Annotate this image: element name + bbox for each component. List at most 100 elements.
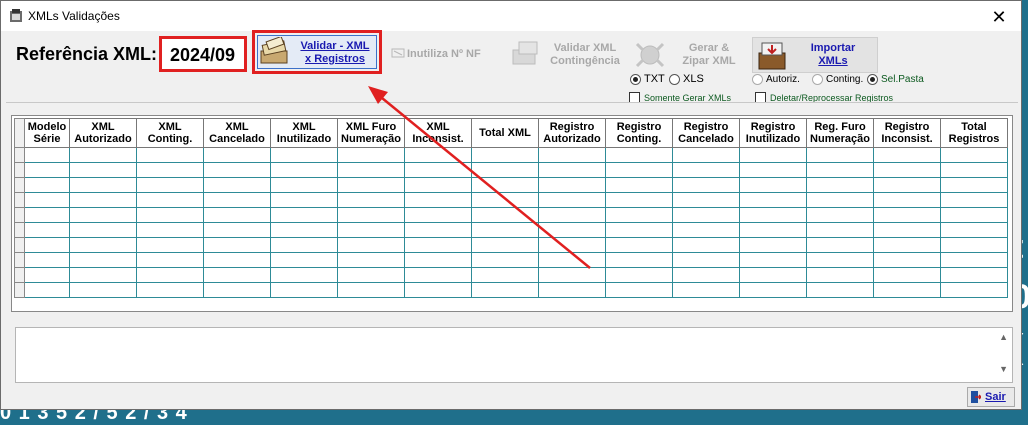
table-cell[interactable] bbox=[24, 267, 70, 283]
table-cell[interactable] bbox=[24, 147, 70, 163]
table-cell[interactable] bbox=[806, 162, 874, 178]
table-cell[interactable] bbox=[404, 177, 472, 193]
column-header[interactable]: XML Cancelado bbox=[203, 118, 271, 148]
table-cell[interactable] bbox=[69, 222, 137, 238]
column-header[interactable]: Total Registros bbox=[940, 118, 1008, 148]
table-cell[interactable] bbox=[203, 267, 271, 283]
table-cell[interactable] bbox=[404, 147, 472, 163]
table-cell[interactable] bbox=[471, 267, 539, 283]
autoriz-radio[interactable] bbox=[752, 74, 763, 85]
table-cell[interactable] bbox=[538, 177, 606, 193]
table-cell[interactable] bbox=[404, 222, 472, 238]
table-cell[interactable] bbox=[24, 282, 70, 298]
table-row[interactable] bbox=[14, 237, 1008, 253]
table-cell[interactable] bbox=[471, 177, 539, 193]
table-cell[interactable] bbox=[940, 192, 1008, 208]
table-cell[interactable] bbox=[270, 267, 338, 283]
table-cell[interactable] bbox=[806, 222, 874, 238]
column-header[interactable]: Registro Cancelado bbox=[672, 118, 740, 148]
table-row[interactable] bbox=[14, 252, 1008, 268]
table-cell[interactable] bbox=[337, 267, 405, 283]
table-cell[interactable] bbox=[471, 192, 539, 208]
table-cell[interactable] bbox=[270, 177, 338, 193]
table-cell[interactable] bbox=[940, 177, 1008, 193]
table-cell[interactable] bbox=[672, 207, 740, 223]
table-cell[interactable] bbox=[538, 192, 606, 208]
table-cell[interactable] bbox=[136, 177, 204, 193]
table-cell[interactable] bbox=[739, 147, 807, 163]
importar-xmls-button[interactable]: Importar XMLs bbox=[752, 37, 878, 73]
table-cell[interactable] bbox=[471, 282, 539, 298]
table-cell[interactable] bbox=[605, 207, 673, 223]
validar-xml-registros-button[interactable]: Validar - XML x Registros bbox=[252, 30, 382, 74]
table-cell[interactable] bbox=[203, 207, 271, 223]
table-cell[interactable] bbox=[24, 222, 70, 238]
table-cell[interactable] bbox=[739, 282, 807, 298]
table-cell[interactable] bbox=[136, 192, 204, 208]
conting-radio[interactable] bbox=[812, 74, 823, 85]
table-cell[interactable] bbox=[136, 222, 204, 238]
table-cell[interactable] bbox=[605, 147, 673, 163]
table-row[interactable] bbox=[14, 267, 1008, 283]
table-cell[interactable] bbox=[203, 237, 271, 253]
table-cell[interactable] bbox=[538, 207, 606, 223]
table-cell[interactable] bbox=[873, 177, 941, 193]
table-cell[interactable] bbox=[672, 177, 740, 193]
table-cell[interactable] bbox=[940, 267, 1008, 283]
table-cell[interactable] bbox=[203, 252, 271, 268]
table-row[interactable] bbox=[14, 282, 1008, 298]
table-cell[interactable] bbox=[24, 162, 70, 178]
table-cell[interactable] bbox=[806, 147, 874, 163]
table-cell[interactable] bbox=[806, 282, 874, 298]
table-cell[interactable] bbox=[404, 282, 472, 298]
table-cell[interactable] bbox=[739, 162, 807, 178]
table-cell[interactable] bbox=[136, 162, 204, 178]
table-cell[interactable] bbox=[806, 252, 874, 268]
table-cell[interactable] bbox=[337, 222, 405, 238]
table-cell[interactable] bbox=[471, 252, 539, 268]
table-cell[interactable] bbox=[538, 267, 606, 283]
table-cell[interactable] bbox=[806, 192, 874, 208]
table-cell[interactable] bbox=[24, 177, 70, 193]
table-cell[interactable] bbox=[270, 162, 338, 178]
column-header[interactable]: Registro Autorizado bbox=[538, 118, 606, 148]
row-indicator[interactable] bbox=[14, 282, 25, 298]
table-cell[interactable] bbox=[404, 252, 472, 268]
table-row[interactable] bbox=[14, 222, 1008, 238]
column-header[interactable]: Reg. Furo Numeração bbox=[806, 118, 874, 148]
row-indicator[interactable] bbox=[14, 147, 25, 163]
table-cell[interactable] bbox=[538, 237, 606, 253]
table-cell[interactable] bbox=[940, 237, 1008, 253]
table-cell[interactable] bbox=[940, 147, 1008, 163]
table-cell[interactable] bbox=[806, 267, 874, 283]
table-cell[interactable] bbox=[270, 282, 338, 298]
table-cell[interactable] bbox=[471, 147, 539, 163]
row-indicator[interactable] bbox=[14, 252, 25, 268]
table-cell[interactable] bbox=[337, 147, 405, 163]
table-cell[interactable] bbox=[538, 252, 606, 268]
table-cell[interactable] bbox=[672, 267, 740, 283]
row-indicator[interactable] bbox=[14, 177, 25, 193]
table-cell[interactable] bbox=[739, 267, 807, 283]
gerar-zipar-xml-button[interactable]: Gerar & Zipar XML bbox=[631, 38, 747, 74]
table-cell[interactable] bbox=[806, 237, 874, 253]
table-cell[interactable] bbox=[69, 207, 137, 223]
table-cell[interactable] bbox=[672, 252, 740, 268]
table-cell[interactable] bbox=[940, 207, 1008, 223]
table-cell[interactable] bbox=[672, 282, 740, 298]
table-cell[interactable] bbox=[69, 177, 137, 193]
column-header[interactable]: XML Inconsist. bbox=[404, 118, 472, 148]
table-cell[interactable] bbox=[404, 207, 472, 223]
column-header[interactable]: Total XML bbox=[471, 118, 539, 148]
table-cell[interactable] bbox=[136, 252, 204, 268]
table-cell[interactable] bbox=[337, 162, 405, 178]
table-cell[interactable] bbox=[538, 282, 606, 298]
table-cell[interactable] bbox=[739, 177, 807, 193]
table-cell[interactable] bbox=[404, 162, 472, 178]
results-grid[interactable]: Modelo Série XML Autorizado XML Conting. XML Ca… bbox=[6, 102, 1018, 312]
sel-pasta-radio[interactable] bbox=[867, 74, 878, 85]
table-cell[interactable] bbox=[270, 147, 338, 163]
table-cell[interactable] bbox=[69, 267, 137, 283]
row-indicator[interactable] bbox=[14, 267, 25, 283]
table-cell[interactable] bbox=[940, 222, 1008, 238]
